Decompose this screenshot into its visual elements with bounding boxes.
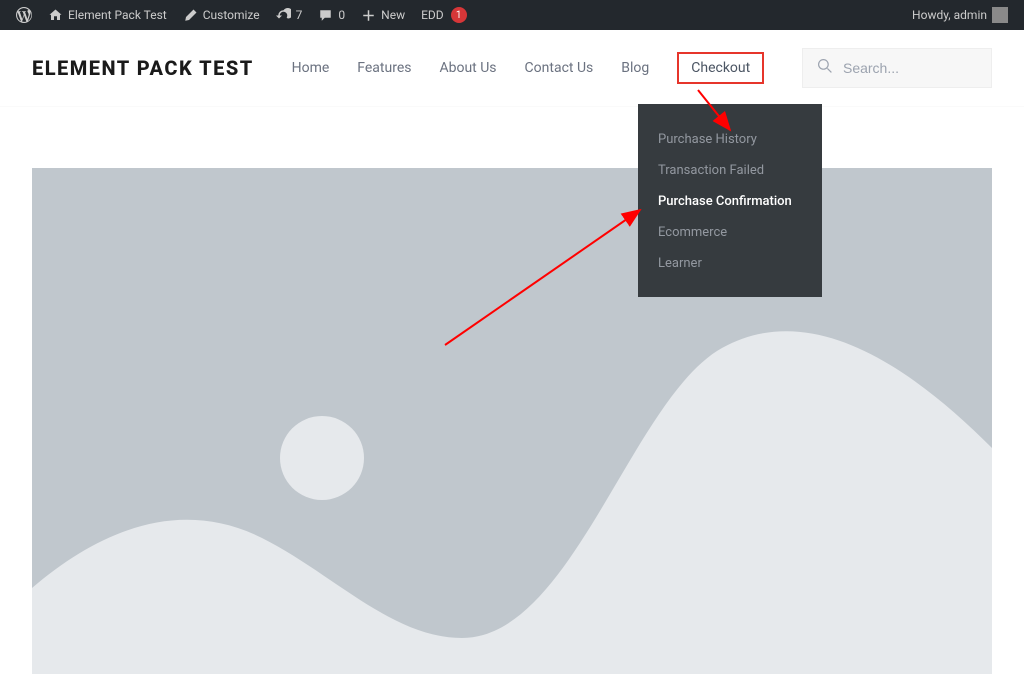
- wp-admin-bar: Element Pack Test Customize 7 0 New: [0, 0, 1024, 30]
- dropdown-transaction-failed[interactable]: Transaction Failed: [658, 155, 802, 186]
- edd-label: EDD: [421, 8, 444, 22]
- search-icon: [817, 58, 833, 78]
- admin-bar-left: Element Pack Test Customize 7 0 New: [8, 0, 475, 30]
- nav-blog[interactable]: Blog: [621, 60, 649, 76]
- admin-site-name: Element Pack Test: [68, 8, 167, 22]
- refresh-icon: [276, 8, 291, 23]
- main-nav: Home Features About Us Contact Us Blog C…: [292, 52, 765, 84]
- new-link[interactable]: New: [353, 0, 413, 30]
- checkout-dropdown: Purchase History Transaction Failed Purc…: [638, 104, 822, 297]
- howdy-text: Howdy, admin: [912, 8, 987, 22]
- comment-icon: [318, 8, 333, 23]
- updates-link[interactable]: 7: [268, 0, 311, 30]
- my-account-link[interactable]: Howdy, admin: [904, 0, 1016, 30]
- nav-about[interactable]: About Us: [439, 60, 496, 76]
- customize-label: Customize: [203, 8, 260, 22]
- site-name-link[interactable]: Element Pack Test: [40, 0, 175, 30]
- dropdown-learner[interactable]: Learner: [658, 248, 802, 279]
- edd-link[interactable]: EDD 1: [413, 0, 475, 30]
- dropdown-ecommerce[interactable]: Ecommerce: [658, 217, 802, 248]
- placeholder-image: [32, 168, 992, 674]
- dropdown-purchase-history[interactable]: Purchase History: [658, 124, 802, 155]
- plus-icon: [361, 8, 376, 23]
- search-wrap[interactable]: [802, 48, 992, 88]
- search-input[interactable]: [843, 60, 977, 76]
- new-label: New: [381, 8, 405, 22]
- avatar: [992, 7, 1008, 23]
- home-icon: [48, 8, 63, 23]
- admin-bar-right: Howdy, admin: [904, 0, 1016, 30]
- nav-home[interactable]: Home: [292, 60, 330, 76]
- nav-contact[interactable]: Contact Us: [525, 60, 594, 76]
- brush-icon: [183, 8, 198, 23]
- site-logo[interactable]: ELEMENT PACK TEST: [32, 56, 254, 80]
- nav-checkout[interactable]: Checkout: [677, 52, 764, 84]
- comments-count: 0: [338, 8, 345, 22]
- edd-badge: 1: [451, 7, 467, 23]
- wordpress-icon: [16, 7, 32, 23]
- dropdown-purchase-confirmation[interactable]: Purchase Confirmation: [658, 186, 802, 217]
- comments-link[interactable]: 0: [310, 0, 353, 30]
- nav-features[interactable]: Features: [357, 60, 411, 76]
- customize-link[interactable]: Customize: [175, 0, 268, 30]
- site-header: ELEMENT PACK TEST Home Features About Us…: [0, 30, 1024, 107]
- wp-logo[interactable]: [8, 0, 40, 30]
- updates-count: 7: [296, 8, 303, 22]
